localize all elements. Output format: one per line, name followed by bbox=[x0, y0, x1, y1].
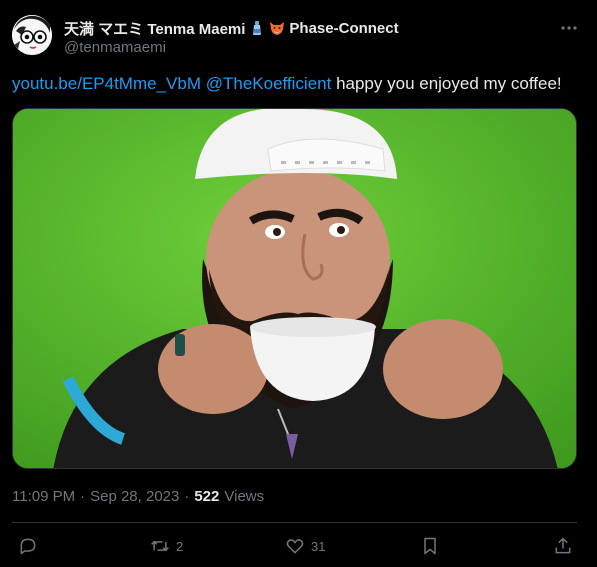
tweet-text: youtu.be/EP4tMme_VbM @TheKoefficient hap… bbox=[12, 72, 587, 96]
views-label: Views bbox=[224, 487, 265, 505]
more-icon[interactable] bbox=[556, 17, 582, 39]
tweet-media-image[interactable] bbox=[12, 108, 577, 469]
author-handle[interactable]: @tenmamaemi bbox=[64, 39, 166, 56]
tweet-mention[interactable]: @TheKoefficient bbox=[206, 74, 332, 93]
fox-icon bbox=[269, 20, 285, 36]
author-name-row[interactable]: 天満 マエミ Tenma Maemi Phase-Connect bbox=[64, 18, 399, 38]
bookmark-icon bbox=[424, 537, 436, 555]
tweet-body: happy you enjoyed my coffee! bbox=[331, 74, 562, 93]
tweet-time[interactable]: 11:09 PM bbox=[12, 488, 75, 505]
retweet-icon bbox=[151, 540, 169, 552]
views-count: 522 bbox=[194, 487, 220, 505]
share-button[interactable] bbox=[553, 534, 573, 558]
avatar[interactable] bbox=[12, 15, 52, 55]
tweet: 天満 マエミ Tenma Maemi Phase-Connect @tenmam… bbox=[0, 0, 597, 567]
reply-button[interactable] bbox=[18, 534, 44, 558]
author-affiliation[interactable]: Phase-Connect bbox=[289, 20, 398, 37]
tweet-meta: 11:09 PM · Sep 28, 2023 · 522 Views bbox=[12, 486, 264, 506]
tweet-link[interactable]: youtu.be/EP4tMme_VbM bbox=[12, 74, 201, 93]
retweet-button[interactable]: 2 bbox=[150, 534, 183, 558]
tweet-date[interactable]: Sep 28, 2023 bbox=[90, 488, 179, 505]
bookmark-button[interactable] bbox=[420, 534, 440, 558]
meta-separator: · bbox=[184, 487, 190, 505]
share-icon bbox=[555, 537, 571, 554]
like-count: 31 bbox=[311, 538, 326, 554]
meta-separator: · bbox=[80, 487, 86, 505]
author-display-name[interactable]: 天満 マエミ Tenma Maemi bbox=[64, 18, 245, 39]
like-icon bbox=[286, 539, 304, 554]
bottle-icon bbox=[249, 20, 265, 36]
retweet-count: 2 bbox=[176, 538, 184, 554]
like-button[interactable]: 31 bbox=[285, 534, 325, 558]
reply-icon bbox=[20, 538, 36, 555]
divider bbox=[12, 522, 577, 523]
